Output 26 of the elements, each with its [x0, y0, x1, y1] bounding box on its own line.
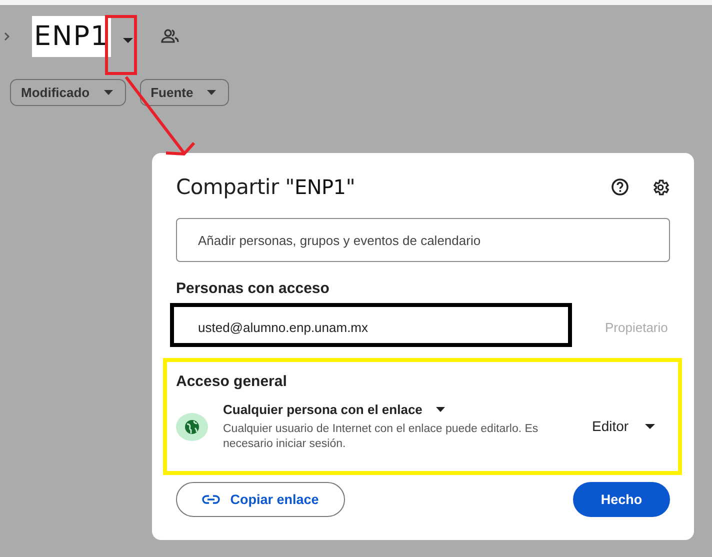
caret-icon	[207, 90, 216, 95]
role-dropdown[interactable]: Editor	[586, 417, 661, 435]
help-icon[interactable]	[611, 178, 629, 196]
caret-icon	[644, 424, 655, 428]
copy-link-button[interactable]: Copiar enlace	[176, 482, 345, 517]
filter-chip[interactable]: Fuente	[140, 79, 230, 106]
people-icon[interactable]	[160, 29, 179, 43]
person-email: usted@alumno.enp.unam.mx	[197, 320, 370, 334]
role-label: Propietario	[605, 320, 668, 334]
folder-title[interactable]: ENP1	[32, 16, 111, 56]
access-description: Cualquier usuario de Internet con el enlace puede editarlo. Es necesario iniciar sesión.	[223, 422, 540, 452]
link-icon	[202, 494, 220, 504]
globe-icon	[176, 413, 208, 441]
caret-icon	[104, 90, 113, 95]
dialog-title: Compartir "ENP1"	[176, 175, 356, 199]
caret-icon	[436, 407, 446, 412]
section-heading: Personas con acceso	[176, 280, 330, 297]
chevron-icon	[4, 32, 10, 40]
annotation-frame	[105, 15, 137, 75]
access-scope-dropdown[interactable]: Cualquier persona con el enlace	[223, 402, 446, 417]
caret-icon[interactable]	[122, 38, 133, 42]
filter-chip[interactable]: Modificado	[10, 79, 126, 106]
settings-icon[interactable]	[651, 178, 670, 196]
done-button[interactable]: Hecho	[573, 482, 670, 517]
section-heading: Acceso general	[176, 373, 288, 390]
add-people-field[interactable]: Añadir personas, grupos y eventos de calendario	[176, 218, 670, 262]
